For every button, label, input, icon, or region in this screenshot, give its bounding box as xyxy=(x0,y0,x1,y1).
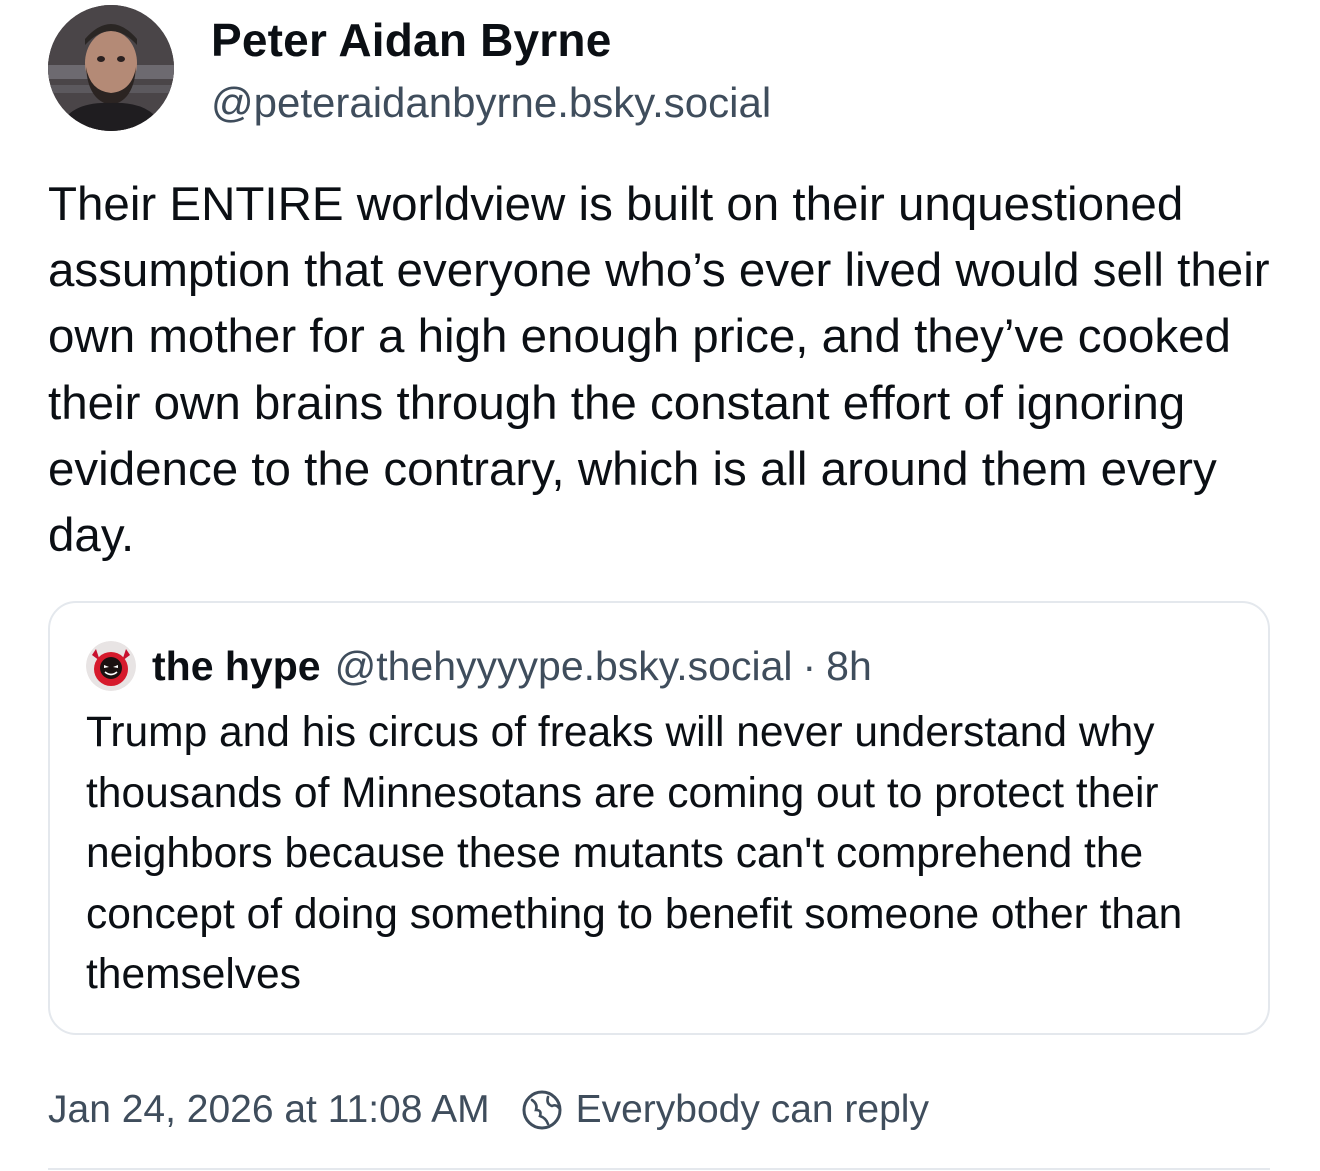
quoted-post-header: the hype @thehyyyype.bsky.social · 8h xyxy=(86,641,872,691)
post-footer: Jan 24, 2026 at 11:08 AM Everybody can r… xyxy=(48,1082,929,1138)
quoted-post-text: Trump and his circus of freaks will neve… xyxy=(86,709,1183,998)
divider xyxy=(48,1168,1270,1170)
post-timestamp: Jan 24, 2026 at 11:08 AM xyxy=(48,1088,490,1131)
author-handle[interactable]: @peteraidanbyrne.bsky.social xyxy=(211,78,771,128)
globe-icon xyxy=(522,1090,562,1130)
author-display-name[interactable]: Peter Aidan Byrne xyxy=(211,14,612,66)
quoted-post-card[interactable]: the hype @thehyyyype.bsky.social · 8h Tr… xyxy=(48,601,1270,1035)
quoted-author-name[interactable]: the hype xyxy=(152,643,321,690)
reply-settings-button[interactable]: Everybody can reply xyxy=(520,1088,929,1132)
header-separator: · xyxy=(802,642,817,689)
post-body-text: Their ENTIRE worldview is built on their… xyxy=(48,178,1270,563)
post-thread-item: Peter Aidan Byrne @peteraidanbyrne.bsky.… xyxy=(0,0,1320,1171)
avatar-photo-icon xyxy=(48,5,174,131)
devil-avatar-icon[interactable] xyxy=(86,641,136,691)
reply-settings-label: Everybody can reply xyxy=(575,1088,929,1131)
quoted-author-handle[interactable]: @thehyyyype.bsky.social xyxy=(335,643,793,690)
quoted-post-time[interactable]: 8h xyxy=(826,643,872,690)
author-avatar[interactable] xyxy=(48,5,174,131)
